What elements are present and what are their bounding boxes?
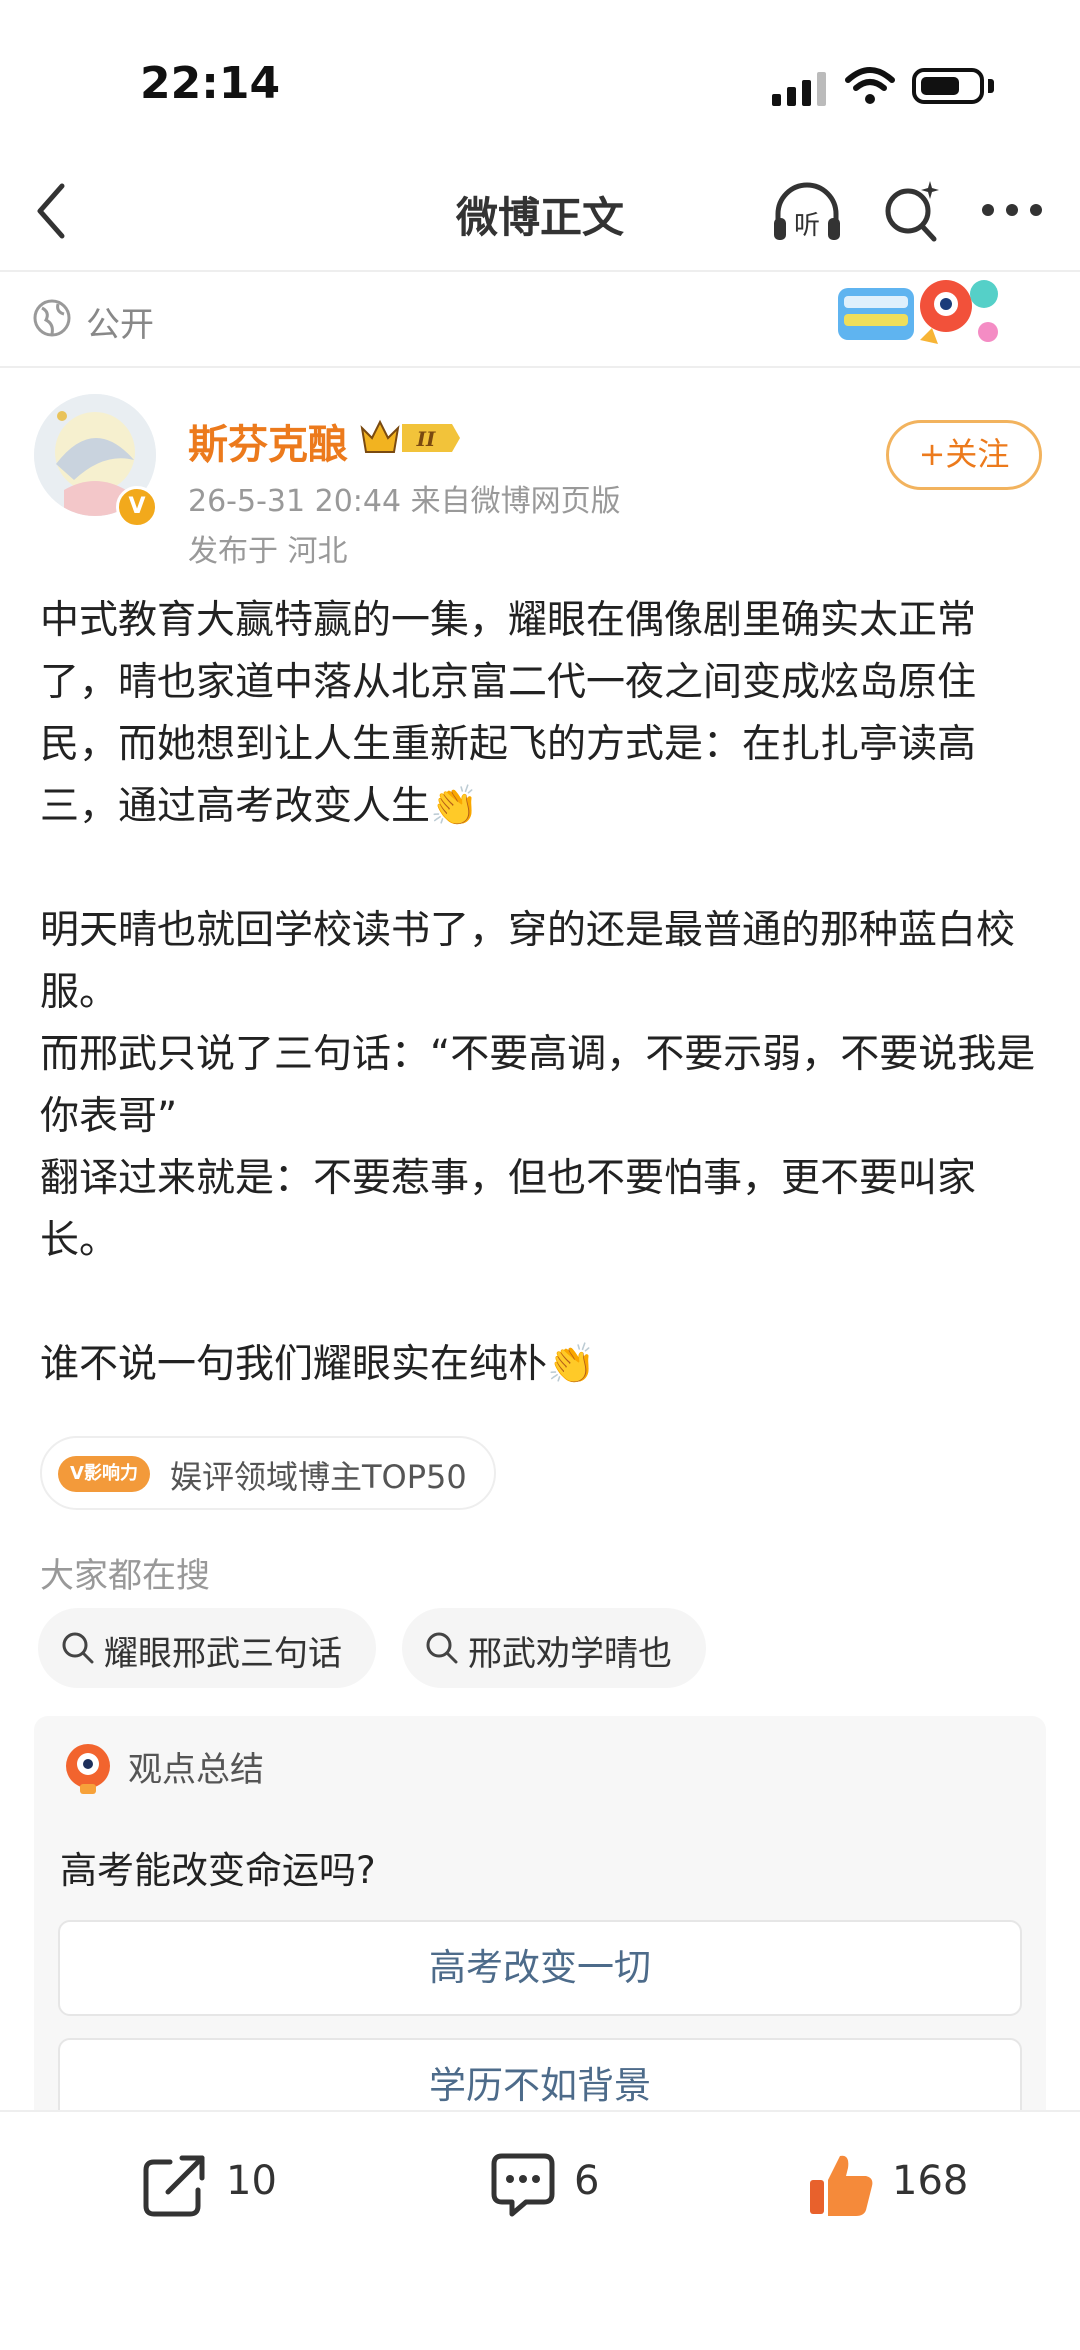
search-icon	[62, 1632, 94, 1664]
comment-count[interactable]: 6	[574, 2158, 599, 2204]
search-icon[interactable]	[880, 175, 944, 245]
wifi-icon	[845, 67, 895, 104]
hot-search-chip[interactable]: 邢武劝学晴也	[402, 1608, 706, 1688]
listen-headphones-icon[interactable]: 听	[770, 178, 844, 246]
like-thumb-icon[interactable]	[806, 2150, 876, 2220]
post-location: 发布于 河北	[188, 534, 348, 569]
poll-question: 高考能改变命运吗?	[60, 1849, 376, 1892]
holiday-event-badge-icon[interactable]	[834, 270, 1004, 356]
more-options-icon[interactable]	[980, 200, 1044, 220]
post-paragraph-1: 中式教育大赢特赢的一集，耀眼在偶像剧里确实太正常了，晴也家道中落从北京富二代一夜…	[40, 598, 977, 829]
repost-count[interactable]: 10	[226, 2158, 277, 2204]
influence-text: 娱评领域博主TOP50	[170, 1458, 467, 1496]
battery-icon	[912, 68, 984, 104]
repost-icon[interactable]	[140, 2150, 210, 2220]
hot-search-text: 耀眼邢武三句话	[104, 1634, 342, 1674]
cellular-signal-icon	[772, 72, 826, 106]
comment-icon[interactable]	[488, 2150, 558, 2220]
section-divider	[0, 366, 1080, 368]
influence-badge: V影响力	[58, 1456, 150, 1492]
vip-level-label: II	[416, 427, 436, 451]
battery-cap	[988, 79, 994, 93]
visibility-label: 公开	[86, 305, 154, 345]
hot-search-chip[interactable]: 耀眼邢武三句话	[38, 1608, 376, 1688]
mascot-logo-icon	[66, 1744, 110, 1794]
vip-crown-icon[interactable]: II	[358, 416, 464, 460]
search-icon	[426, 1632, 458, 1664]
verified-badge-icon: V	[116, 486, 158, 528]
svg-text:听: 听	[794, 211, 820, 241]
author-name[interactable]: 斯芬克酿	[188, 412, 348, 470]
globe-icon	[33, 299, 71, 337]
post-paragraph-5: 谁不说一句我们耀眼实在纯朴👏	[40, 1342, 596, 1387]
like-count[interactable]: 168	[892, 2158, 968, 2204]
post-paragraph-2: 明天晴也就回学校读书了，穿的还是最普通的那种蓝白校服。	[40, 908, 1016, 1015]
post-paragraph-3: 而邢武只说了三句话：“不要高调，不要示弱，不要说我是你表哥”	[40, 1032, 1036, 1139]
influence-tag[interactable]: V影响力 娱评领域博主TOP50	[40, 1436, 496, 1510]
post-paragraph-4: 翻译过来就是：不要惹事，但也不要怕事，更不要叫家长。	[40, 1156, 977, 1263]
status-time: 22:14	[140, 58, 281, 109]
hot-search-label: 大家都在搜	[40, 1556, 210, 1596]
summary-title: 观点总结	[128, 1750, 264, 1790]
post-time-source: 26-5-31 20:44 来自微博网页版	[188, 484, 621, 519]
follow-button[interactable]: +关注	[886, 420, 1042, 490]
hot-search-text: 邢武劝学晴也	[468, 1634, 672, 1674]
bottom-action-bar	[0, 2110, 1080, 2350]
poll-option[interactable]: 高考改变一切	[58, 1920, 1022, 2016]
